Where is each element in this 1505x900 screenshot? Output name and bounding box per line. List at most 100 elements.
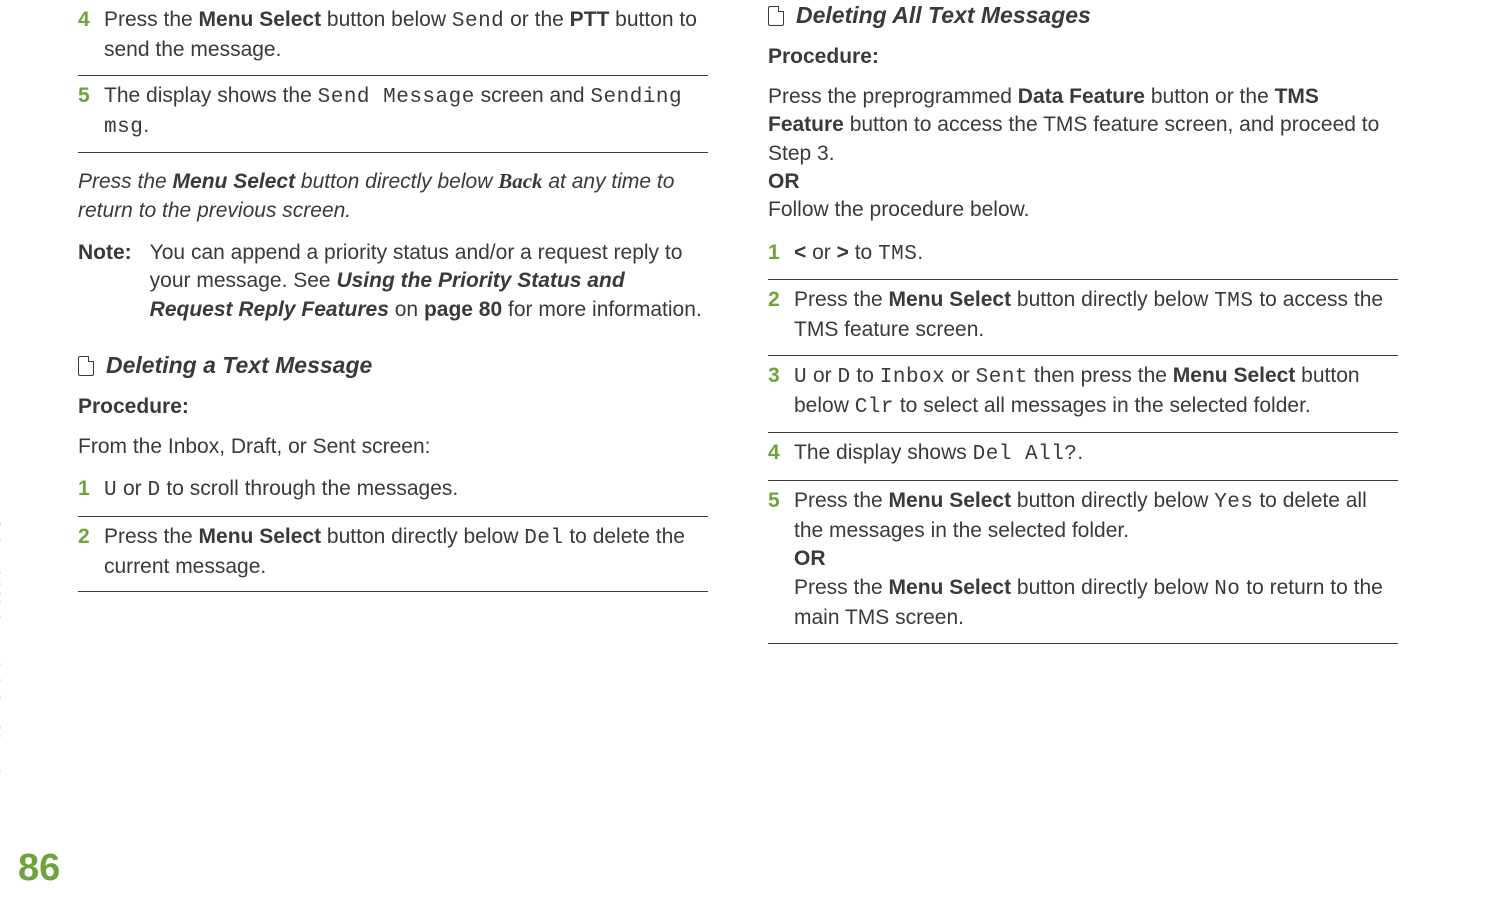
note-label: Note: <box>78 239 132 324</box>
text: Press the <box>794 576 889 599</box>
tms-code: TMS <box>1214 290 1253 313</box>
all-step-4: 4 The display shows Del All?. <box>768 439 1398 480</box>
text: button directly below <box>1011 288 1214 311</box>
step-5: 5 The display shows the Send Message scr… <box>78 82 708 154</box>
ptt-label: PTT <box>570 8 610 31</box>
step-number: 1 <box>78 475 90 503</box>
content-columns: 4 Press the Menu Select button below Sen… <box>78 0 1398 644</box>
all-step-3: 3 U or D to Inbox or Sent then press the… <box>768 362 1398 434</box>
text: button directly below <box>295 170 498 193</box>
text: then press the <box>1028 364 1173 387</box>
note-body: You can append a priority status and/or … <box>150 239 708 324</box>
or-label: OR <box>768 170 800 193</box>
text: on <box>389 298 424 321</box>
step-number: 3 <box>768 362 780 390</box>
back-instruction: Press the Menu Select button directly be… <box>78 167 708 225</box>
delete-step-1: 1 U or D to scroll through the messages. <box>78 475 708 516</box>
menu-select-label: Menu Select <box>889 288 1012 311</box>
note-block: Note: You can append a priority status a… <box>78 239 708 324</box>
text: for more information. <box>502 298 702 321</box>
subheading-deleting-all: Deleting All Text Messages <box>768 2 1398 29</box>
text: button to access the TMS feature screen,… <box>844 113 1379 136</box>
down-key: D <box>837 366 850 389</box>
step-number: 2 <box>78 523 90 551</box>
intro-paragraph: Press the preprogrammed Data Feature but… <box>768 83 1398 225</box>
text: Step 3. <box>768 142 835 165</box>
text: or <box>807 364 837 387</box>
section-label: Advanced Features <box>0 515 8 800</box>
send-message-code: Send Message <box>318 86 475 109</box>
text: The display shows <box>794 441 973 464</box>
page-icon <box>78 356 94 376</box>
menu-select-label: Menu Select <box>173 170 296 193</box>
sent-code: Sent <box>976 366 1028 389</box>
text: Press the <box>78 170 173 193</box>
no-code: No <box>1214 578 1240 601</box>
right-key: > <box>837 241 849 264</box>
text: Follow the procedure below. <box>768 198 1030 221</box>
menu-select-label: Menu Select <box>889 489 1012 512</box>
procedure-label: Procedure: <box>768 45 1398 69</box>
clr-code: Clr <box>855 396 894 419</box>
text: . <box>917 241 923 264</box>
all-step-2: 2 Press the Menu Select button directly … <box>768 286 1398 356</box>
text: to <box>851 364 880 387</box>
text: The display shows the <box>104 84 318 107</box>
text: button directly below <box>1011 489 1214 512</box>
up-key: U <box>794 366 807 389</box>
text: button directly below <box>1011 576 1214 599</box>
step-number: 1 <box>768 239 780 267</box>
text: . <box>1077 441 1083 464</box>
step-number: 4 <box>768 439 780 467</box>
page-icon <box>768 6 784 26</box>
yes-code: Yes <box>1214 491 1253 514</box>
del-code: Del <box>524 527 563 550</box>
from-line: From the Inbox, Draft, or Sent screen: <box>78 433 708 461</box>
down-key: D <box>147 479 160 502</box>
delete-step-2: 2 Press the Menu Select button directly … <box>78 523 708 593</box>
del-all-code: Del All? <box>973 443 1078 466</box>
step-number: 2 <box>768 286 780 314</box>
all-step-1: 1 < or > to TMS. <box>768 239 1398 280</box>
left-key: < <box>794 241 806 264</box>
text: or <box>806 241 836 264</box>
right-column: Deleting All Text Messages Procedure: Pr… <box>768 0 1398 644</box>
page-ref: page 80 <box>424 298 502 321</box>
text: button below <box>321 8 452 31</box>
text: button or the <box>1145 85 1275 108</box>
text: Press the <box>104 525 199 548</box>
step-4: 4 Press the Menu Select button below Sen… <box>78 6 708 76</box>
step-number: 5 <box>768 487 780 515</box>
step-number: 4 <box>78 6 90 34</box>
text: Press the preprogrammed <box>768 85 1018 108</box>
text: . <box>143 114 149 137</box>
send-code: Send <box>452 10 504 33</box>
text: screen and <box>475 84 591 107</box>
text: button directly below <box>321 525 524 548</box>
text: or <box>117 477 147 500</box>
or-label: OR <box>794 547 826 570</box>
back-button-label: Back <box>498 169 542 193</box>
document-page: Advanced Features 86 4 Press the Menu Se… <box>0 0 1505 900</box>
text: to <box>849 241 878 264</box>
subheading-text: Deleting a Text Message <box>106 352 372 379</box>
step-number: 5 <box>78 82 90 110</box>
subheading-deleting-message: Deleting a Text Message <box>78 352 708 379</box>
menu-select-label: Menu Select <box>199 8 322 31</box>
all-step-5: 5 Press the Menu Select button directly … <box>768 487 1398 644</box>
tms-code: TMS <box>878 243 917 266</box>
text: Press the <box>794 288 889 311</box>
inbox-code: Inbox <box>880 366 946 389</box>
menu-select-label: Menu Select <box>1173 364 1296 387</box>
subheading-text: Deleting All Text Messages <box>796 2 1091 29</box>
text: or <box>945 364 975 387</box>
text: Press the <box>104 8 199 31</box>
menu-select-label: Menu Select <box>889 576 1012 599</box>
text: to scroll through the messages. <box>161 477 459 500</box>
data-feature-label: Data Feature <box>1018 85 1145 108</box>
menu-select-label: Menu Select <box>199 525 322 548</box>
up-key: U <box>104 479 117 502</box>
text: or the <box>504 8 569 31</box>
procedure-label: Procedure: <box>78 395 708 419</box>
page-number: 86 <box>18 847 60 890</box>
